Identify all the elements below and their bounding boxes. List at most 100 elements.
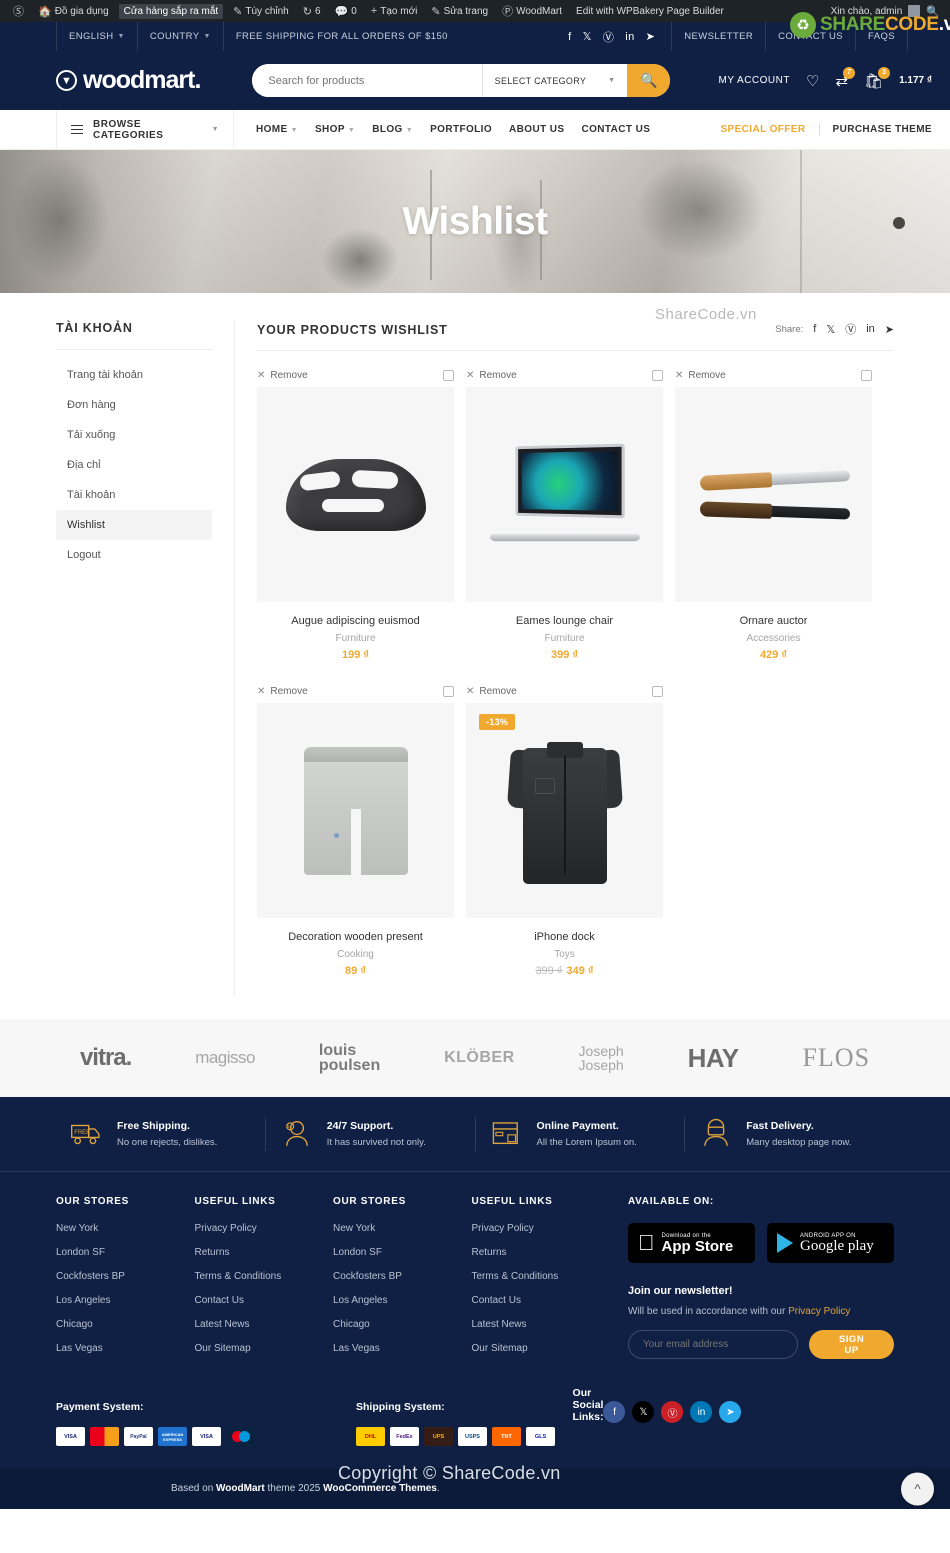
- compare-icon[interactable]: ⇄ 7: [835, 66, 856, 90]
- footer-link[interactable]: Cockfosters BP: [56, 1271, 195, 1282]
- footer-link[interactable]: Contact Us: [472, 1295, 611, 1306]
- x-icon[interactable]: 𝕏: [583, 30, 592, 43]
- footer-link[interactable]: Cockfosters BP: [333, 1271, 472, 1282]
- nav-item-home[interactable]: HOME ▼: [256, 124, 298, 135]
- privacy-policy-link[interactable]: Privacy Policy: [788, 1306, 850, 1317]
- search-input[interactable]: [252, 64, 482, 97]
- footer-link[interactable]: Las Vegas: [333, 1343, 472, 1354]
- footer-link[interactable]: Las Vegas: [56, 1343, 195, 1354]
- footer-link[interactable]: Terms & Conditions: [472, 1271, 611, 1282]
- facebook-icon[interactable]: f: [813, 323, 816, 335]
- brand-magisso[interactable]: magisso: [195, 1048, 255, 1068]
- brand-vitra[interactable]: vitra.: [80, 1044, 132, 1072]
- language-switcher[interactable]: ENGLISH ▼: [56, 22, 137, 51]
- site-logo[interactable]: ▼ woodmart.: [56, 66, 201, 95]
- scroll-to-top-button[interactable]: ^: [901, 1472, 934, 1505]
- pinterest-icon[interactable]: Ⓥ: [845, 321, 856, 337]
- admin-bar-wordpress[interactable]: Ⓢ: [6, 3, 31, 19]
- linkedin-icon[interactable]: in: [690, 1401, 713, 1423]
- admin-bar-customize[interactable]: ✎ Tùy chỉnh: [226, 5, 296, 18]
- footer-link[interactable]: New York: [56, 1223, 195, 1234]
- nav-item-contact-us[interactable]: CONTACT US: [581, 124, 650, 135]
- search-submit-button[interactable]: 🔍: [627, 64, 671, 97]
- select-checkbox[interactable]: [652, 369, 663, 381]
- footer-link[interactable]: Latest News: [472, 1319, 611, 1330]
- remove-button[interactable]: ✕ Remove: [257, 686, 308, 697]
- product-image[interactable]: -13%: [466, 703, 663, 918]
- sidebar-item-dashboard[interactable]: Trang tài khoản: [56, 360, 212, 390]
- product-name[interactable]: Ornare auctor: [675, 615, 872, 627]
- telegram-icon[interactable]: ➤: [885, 323, 894, 336]
- cart-icon[interactable]: 🛍 3: [864, 66, 891, 90]
- remove-button[interactable]: ✕ Remove: [466, 370, 517, 381]
- browse-categories-button[interactable]: BROWSE CATEGORIES ▼: [56, 110, 234, 149]
- telegram-icon[interactable]: ➤: [719, 1401, 742, 1423]
- brand-joseph-joseph[interactable]: Joseph Joseph: [579, 1044, 624, 1072]
- admin-bar-updates[interactable]: ↻ 6: [296, 5, 328, 18]
- contact-us-link[interactable]: CONTACT US: [765, 22, 855, 51]
- signup-button[interactable]: SIGN UP: [809, 1330, 894, 1359]
- category-select[interactable]: SELECT CATEGORY ▼: [481, 64, 628, 97]
- product-image[interactable]: [466, 387, 663, 602]
- brand-louis-poulsen[interactable]: louis poulsen: [319, 1043, 380, 1074]
- nav-item-blog[interactable]: BLOG ▼: [372, 124, 413, 135]
- email-field[interactable]: [628, 1330, 799, 1359]
- remove-button[interactable]: ✕ Remove: [466, 686, 517, 697]
- remove-button[interactable]: ✕ Remove: [257, 370, 308, 381]
- admin-bar-site[interactable]: 🏠 Đồ gia dụng: [31, 5, 116, 18]
- app-store-button[interactable]:  Download on the App Store: [628, 1223, 755, 1263]
- footer-link[interactable]: Contact Us: [195, 1295, 334, 1306]
- facebook-icon[interactable]: f: [603, 1401, 626, 1423]
- linkedin-icon[interactable]: in: [625, 31, 634, 43]
- footer-link[interactable]: Latest News: [195, 1319, 334, 1330]
- linkedin-icon[interactable]: in: [866, 323, 875, 335]
- nav-item-shop[interactable]: SHOP ▼: [315, 124, 355, 135]
- my-account-link[interactable]: MY ACCOUNT: [718, 75, 790, 86]
- select-checkbox[interactable]: [443, 369, 454, 381]
- product-image[interactable]: [675, 387, 872, 602]
- x-icon[interactable]: 𝕏: [826, 323, 835, 336]
- admin-bar-wpbakery[interactable]: Edit with WPBakery Page Builder: [569, 6, 731, 17]
- nav-item-portfolio[interactable]: PORTFOLIO: [430, 124, 492, 135]
- select-checkbox[interactable]: [861, 369, 872, 381]
- admin-bar-comments[interactable]: 💬 0: [328, 5, 364, 18]
- telegram-icon[interactable]: ➤: [646, 30, 656, 43]
- brand-flos[interactable]: FLOS: [802, 1043, 870, 1073]
- admin-bar-woodmart[interactable]: Ⓟ WoodMart: [495, 3, 569, 19]
- product-name[interactable]: Augue adipiscing euismod: [257, 615, 454, 627]
- footer-link[interactable]: Our Sitemap: [472, 1343, 611, 1354]
- heart-icon[interactable]: ♡: [806, 72, 819, 90]
- search-icon[interactable]: 🔍: [926, 5, 940, 18]
- sidebar-item-downloads[interactable]: Tải xuống: [56, 420, 212, 450]
- admin-bar-new[interactable]: + Tạo mới: [364, 5, 425, 17]
- sidebar-item-logout[interactable]: Logout: [56, 540, 212, 570]
- admin-bar-edit-page[interactable]: ✎ Sửa trang: [424, 5, 495, 18]
- pinterest-icon[interactable]: Ⓥ: [603, 29, 614, 45]
- faqs-link[interactable]: FAQS: [855, 22, 907, 51]
- brand-klober[interactable]: KLÖBER: [444, 1049, 515, 1067]
- newsletter-link[interactable]: NEWSLETTER: [671, 22, 765, 51]
- pinterest-icon[interactable]: Ⓥ: [661, 1401, 684, 1423]
- google-play-button[interactable]: ANDROID APP ON Google play: [767, 1223, 894, 1263]
- footer-link[interactable]: Returns: [195, 1247, 334, 1258]
- sidebar-item-addresses[interactable]: Địa chỉ: [56, 450, 212, 480]
- admin-bar-coming-soon[interactable]: Cửa hàng sắp ra mắt: [118, 3, 224, 19]
- footer-link[interactable]: Privacy Policy: [195, 1223, 334, 1234]
- product-image[interactable]: [257, 387, 454, 602]
- footer-link[interactable]: Los Angeles: [56, 1295, 195, 1306]
- select-checkbox[interactable]: [443, 685, 454, 697]
- footer-link[interactable]: London SF: [333, 1247, 472, 1258]
- admin-bar-account[interactable]: Xin chào, admin 🔍: [831, 5, 944, 18]
- product-name[interactable]: iPhone dock: [466, 931, 663, 943]
- x-icon[interactable]: 𝕏: [632, 1401, 655, 1423]
- sidebar-item-orders[interactable]: Đơn hàng: [56, 390, 212, 420]
- footer-link[interactable]: Chicago: [333, 1319, 472, 1330]
- select-checkbox[interactable]: [652, 685, 663, 697]
- special-offer-link[interactable]: SPECIAL OFFER: [720, 124, 805, 135]
- footer-link[interactable]: Privacy Policy: [472, 1223, 611, 1234]
- product-name[interactable]: Eames lounge chair: [466, 615, 663, 627]
- footer-link[interactable]: Terms & Conditions: [195, 1271, 334, 1282]
- footer-link[interactable]: Los Angeles: [333, 1295, 472, 1306]
- footer-link[interactable]: Returns: [472, 1247, 611, 1258]
- footer-link[interactable]: London SF: [56, 1247, 195, 1258]
